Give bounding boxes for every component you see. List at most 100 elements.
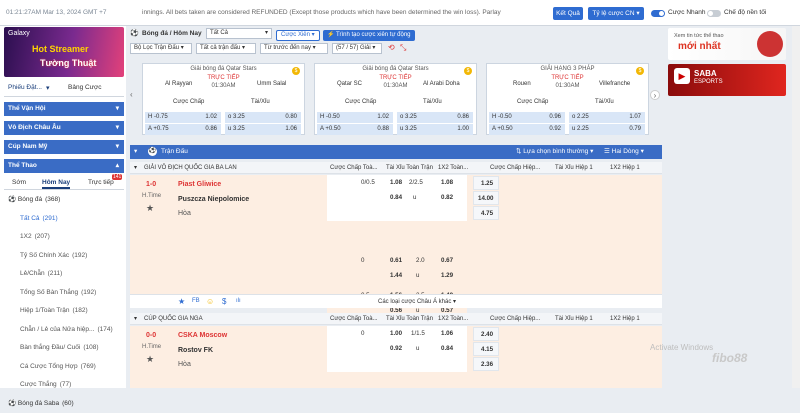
sidebar-item-first-last-goal[interactable]: Bàn thắng Đầu/ Cuối(108) <box>4 339 124 358</box>
sidebar-item-football[interactable]: ⚽ Bóng đá(368) <box>4 191 124 210</box>
1x2-block: 2.40 4.15 2.36 <box>467 326 503 374</box>
odds-value[interactable]: 0.61 <box>390 255 402 266</box>
odds-cell[interactable]: 2.36 <box>473 357 499 371</box>
auto-parlay-button[interactable]: ⚡ Trình tạo cược xiên tự động <box>323 30 415 41</box>
sidebar-item-half-full[interactable]: Hiệp 1/Toàn Trận(182) <box>4 302 124 321</box>
sidebar-item-half-odd-even[interactable]: Chẵn / Lẻ của Nửa hiệp...(174) <box>4 321 124 340</box>
sidebar-item-correct-score[interactable]: Tỷ Số Chính Xác(192) <box>4 247 124 266</box>
odds-cell[interactable]: u 2.250.79 <box>569 124 645 135</box>
odds-cell[interactable]: 1.25 <box>473 176 499 190</box>
more-bets-link[interactable]: Các loại cược Châu Á khác ▾ <box>378 298 456 305</box>
results-button[interactable]: Kết Quả <box>553 7 583 20</box>
tab-early[interactable]: Sớm <box>12 179 26 186</box>
sports-news-banner[interactable]: Xem tin tức thể thao mới nhất <box>668 28 786 60</box>
odds-cell[interactable]: 4.75 <box>473 206 499 220</box>
sidebar-section-copa[interactable]: Cúp Nam Mỹ▾ <box>4 140 124 154</box>
odds-type-select[interactable]: Tỷ lệ cược CN ▾ <box>588 7 644 20</box>
banner-title: mới nhất <box>678 41 721 52</box>
breadcrumb-select[interactable]: Tất Cả▾ <box>206 28 272 39</box>
home-team[interactable]: CSKA Moscow <box>178 332 227 339</box>
tab-bet-slip[interactable]: Phiếu Đặt... <box>8 84 42 91</box>
sidebar-item-parlay[interactable]: Cá Cược Tổng Hợp(769) <box>4 358 124 377</box>
odds-value[interactable]: 1.08 <box>441 177 453 188</box>
sidebar-item-odd-even[interactable]: Lẻ/Chẵn(211) <box>4 265 124 284</box>
favorite-star-icon[interactable]: ★ <box>146 203 154 214</box>
fast-bet-toggle[interactable] <box>651 10 665 17</box>
collapse-icon[interactable]: ⤡ <box>400 43 406 53</box>
view-select[interactable]: ☰ Hai Dòng ▾ <box>604 145 644 159</box>
match-filter-select[interactable]: Bộ Lọc Trận Đấu ▾ <box>130 43 192 54</box>
odds-cell[interactable]: A +0.500.88 <box>317 124 393 135</box>
odds-value[interactable]: 0.67 <box>441 255 453 266</box>
stats-icon[interactable]: FB <box>192 298 200 304</box>
odds-cell[interactable]: A +0.750.86 <box>145 124 221 135</box>
away-team[interactable]: Rostov FK <box>178 347 213 354</box>
odds-value[interactable]: 1.44 <box>390 270 402 281</box>
odds-cell[interactable]: H -0.501.02 <box>317 112 393 123</box>
odds-value[interactable]: 0.92 <box>390 343 402 354</box>
odds-cell[interactable]: o 3.250.80 <box>225 112 301 123</box>
away-team[interactable]: Puszcza Niepolomice <box>178 196 249 203</box>
sort-select[interactable]: ⇅ Lựa chọn bình thường ▾ <box>516 145 593 159</box>
all-matches-select[interactable]: Tất cả trận đấu ▾ <box>196 43 256 54</box>
favorite-star-icon[interactable]: ★ <box>146 354 154 365</box>
carousel-next-icon[interactable]: › <box>650 90 660 100</box>
home-team[interactable]: Piast Gliwice <box>178 181 221 188</box>
sidebar-item-1x2[interactable]: 1X2(207) <box>4 228 124 247</box>
sidebar-section-sports[interactable]: Thể Thao▴ <box>4 159 124 173</box>
sidebar-item-total-goals[interactable]: Tổng Số Bàn Thắng(192) <box>4 284 124 303</box>
league-header[interactable]: ▾ GIẢI VÔ ĐỊCH QUỐC GIA BA LAN Cược Chấp… <box>130 162 662 174</box>
sidebar-item-outright[interactable]: Cược Thắng(77) <box>4 376 124 395</box>
chart-icon[interactable]: ılı <box>236 298 241 304</box>
odds-cell[interactable]: o 3.250.86 <box>397 112 473 123</box>
odds-value[interactable]: 0.84 <box>441 343 453 354</box>
featured-match-card[interactable]: Giải bóng đá Qatar Stars $ TRỰC TIẾP 01:… <box>314 63 477 135</box>
parlay-button[interactable]: Cược Xiên ▾ <box>276 30 320 41</box>
odds-cell[interactable]: A +0.500.92 <box>489 124 565 135</box>
tab-live[interactable]: Trực tiếp <box>88 179 114 186</box>
featured-match-card[interactable]: Giải bóng đá Qatar Stars $ TRỰC TIẾP 01:… <box>142 63 305 135</box>
sidebar-section-olympics[interactable]: Thể Vận Hội▾ <box>4 102 124 116</box>
odds-cell[interactable]: u 3.251.06 <box>225 124 301 135</box>
odds-value[interactable]: 0.84 <box>390 192 402 203</box>
card-away-team: Umm Salal <box>257 81 286 87</box>
side-label: H <box>492 114 496 120</box>
view-label: Hai Dòng <box>612 148 639 155</box>
odds-value[interactable]: 0.82 <box>441 192 453 203</box>
odds-value[interactable]: 1.06 <box>441 328 453 339</box>
odds-cell[interactable]: H -0.751.02 <box>145 112 221 123</box>
scrollbar[interactable] <box>792 26 800 388</box>
star-icon[interactable]: ★ <box>178 297 185 306</box>
collapse-icon[interactable]: ▾ <box>134 145 137 159</box>
sidebar-item-all[interactable]: Tất Cả(291) <box>4 210 124 229</box>
odds-cell[interactable]: 4.15 <box>473 342 499 356</box>
odds-cell[interactable]: H -0.500.96 <box>489 112 565 123</box>
saba-esports-banner[interactable]: ▶ SABA ESPORTS <box>668 64 786 96</box>
smiley-icon[interactable]: ☺ <box>206 297 214 306</box>
odds-cell[interactable]: u 3.251.00 <box>397 124 473 135</box>
sidebar-section-euro[interactable]: Vô Địch Châu Âu▾ <box>4 121 124 135</box>
odds-cell[interactable]: 14.00 <box>473 191 499 205</box>
col-header: Cược Chấp Hiệp... <box>490 162 540 174</box>
odds-cell[interactable]: 2.40 <box>473 327 499 341</box>
odds-value[interactable]: 1.29 <box>441 270 453 281</box>
total-line: 2.25 <box>577 126 589 132</box>
carousel-prev-icon[interactable]: ‹ <box>130 90 133 99</box>
refresh-icon[interactable]: ⟲ <box>388 43 395 52</box>
hot-streamer-promo[interactable]: Galaxy Hot Streamer Tường Thuật <box>4 27 124 77</box>
tab-today[interactable]: Hôm Nay <box>42 179 70 189</box>
odds-value[interactable]: 1.00 <box>390 328 402 339</box>
league-header[interactable]: ▾ CÚP QUỐC GIA NGA Cược Chấp Toà... Tài … <box>130 313 662 325</box>
collapse-icon[interactable]: ▾ <box>134 162 137 174</box>
tab-bet-table[interactable]: Bảng Cược <box>68 84 102 91</box>
money-icon[interactable]: $ <box>222 297 226 306</box>
collapse-icon[interactable]: ▾ <box>134 313 137 325</box>
league-count-select[interactable]: (57 / 57) Giải ▾ <box>332 43 382 54</box>
odds-cell[interactable]: o 2.251.07 <box>569 112 645 123</box>
odds-value[interactable]: 1.08 <box>390 177 402 188</box>
odds-block: 0/0.5 1.08 2/2.5 1.08 0.84 u 0.82 <box>327 175 467 221</box>
sidebar-item-saba-football[interactable]: ⚽ Bóng đá Saba(60) <box>4 395 124 413</box>
time-range-select[interactable]: Từ trước đến nay ▾ <box>260 43 328 54</box>
featured-match-card[interactable]: GIẢI HẠNG 3 PHÁP $ TRỰC TIẾP 01:30AM Rou… <box>486 63 649 135</box>
dark-mode-toggle[interactable] <box>707 10 721 17</box>
